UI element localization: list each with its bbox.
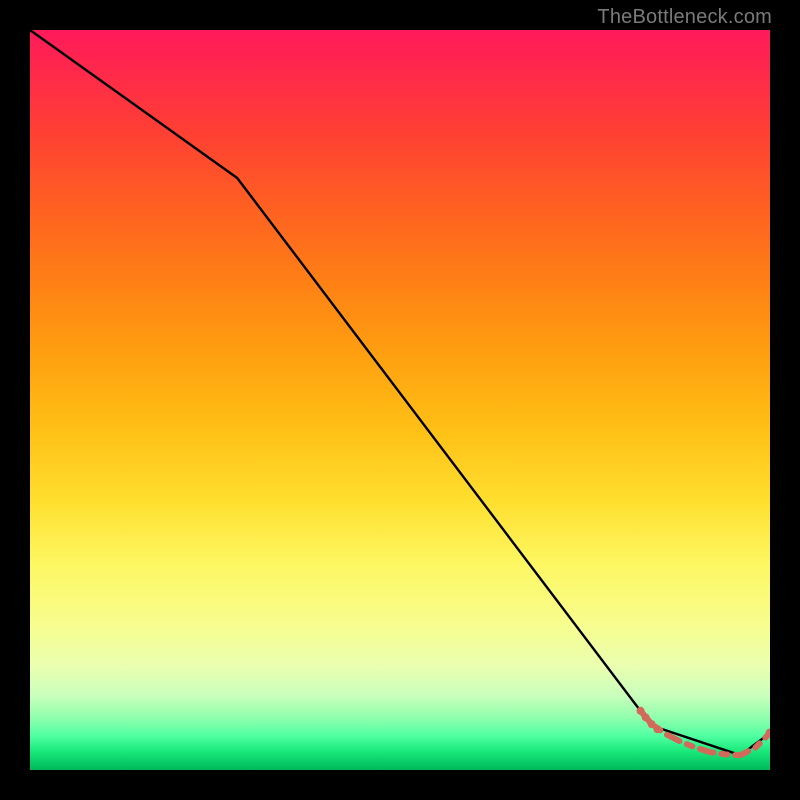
chart-background-gradient <box>30 30 770 770</box>
chart-stage: TheBottleneck.com <box>0 0 800 800</box>
watermark-text: TheBottleneck.com <box>597 6 772 29</box>
